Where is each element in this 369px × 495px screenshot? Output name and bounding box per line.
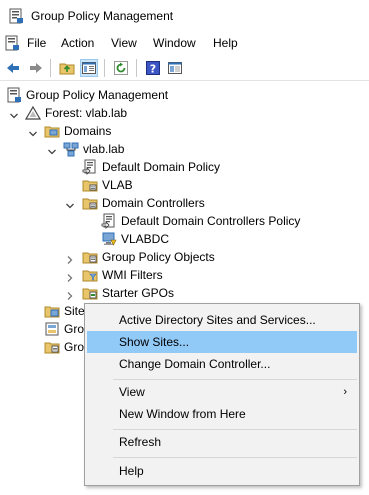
tree-item-label: Domains (64, 124, 112, 138)
chevron-right-icon[interactable] (65, 273, 75, 283)
tree-item-label: VLAB (102, 178, 133, 192)
tree-item-group-policy-objects[interactable]: Group Policy Objects (82, 248, 215, 266)
menu-item-view[interactable]: View › (87, 381, 357, 403)
tree-item-group-policy-results[interactable]: Gro (44, 338, 84, 356)
context-menu: Active Directory Sites and Services... S… (84, 303, 360, 486)
tree-item-gpm-root[interactable]: Group Policy Management (6, 86, 168, 104)
tree-item-group-policy-modeling[interactable]: Gro (44, 320, 84, 338)
refresh-button[interactable] (112, 59, 130, 77)
tree-item-domains[interactable]: Domains (44, 122, 111, 140)
tree-item-domain-controllers[interactable]: Domain Controllers (82, 194, 205, 212)
domain-network-icon (63, 142, 79, 157)
tree-item-label: Group Policy Objects (102, 250, 215, 264)
properties-button[interactable] (166, 59, 184, 77)
menu-item-show-sites[interactable]: Show Sites... (87, 331, 357, 353)
wmi-folder-icon (82, 270, 98, 282)
tree-item-forest[interactable]: Forest: vlab.lab (25, 104, 127, 122)
tree-item-label: Gro (64, 340, 85, 354)
tree-item-default-dc-policy[interactable]: Default Domain Controllers Policy (101, 212, 300, 230)
tree-item-vlabdc[interactable]: VLABDC (101, 230, 169, 248)
forward-button[interactable] (27, 59, 45, 77)
sites-folder-icon (44, 306, 60, 318)
help-button[interactable]: ? (144, 59, 162, 77)
chevron-down-icon[interactable] (65, 201, 75, 211)
tree-item-ou-vlab[interactable]: VLAB (82, 176, 133, 194)
chevron-down-icon[interactable] (47, 147, 57, 157)
menu-separator (113, 457, 357, 458)
chevron-right-icon[interactable] (65, 291, 75, 301)
menu-separator (113, 379, 357, 380)
toolbar-separator (136, 59, 137, 77)
tree-item-label: Default Domain Controllers Policy (121, 214, 301, 228)
tree-item-domain-vlab[interactable]: vlab.lab (63, 140, 124, 158)
tree-item-label: Gro (64, 322, 85, 336)
menu-separator (113, 429, 357, 430)
tree-item-label: Group Policy Management (26, 88, 169, 102)
menu-view[interactable]: View (111, 36, 137, 50)
forward-icon (30, 63, 42, 73)
system-menu-icon[interactable] (4, 35, 20, 51)
menu-action[interactable]: Action (61, 36, 94, 50)
tree-item-wmi-filters[interactable]: WMI Filters (82, 266, 163, 284)
menu-item-change-dc[interactable]: Change Domain Controller... (87, 353, 357, 375)
show-hide-tree-button[interactable] (80, 59, 98, 77)
menu-item-ad-sites-services[interactable]: Active Directory Sites and Services... (87, 309, 357, 331)
computer-icon (102, 232, 117, 246)
menu-window[interactable]: Window (153, 36, 196, 50)
gpo-folder-icon (82, 252, 98, 264)
tree-item-label: Forest: vlab.lab (45, 106, 128, 120)
tree-item-label: Starter GPOs (102, 286, 175, 300)
tree-item-label: Domain Controllers (102, 196, 205, 210)
menu-bar: File Action View Window Help (0, 32, 369, 54)
back-button[interactable] (4, 59, 22, 77)
gpmc-app-icon (9, 8, 23, 24)
tree-item-label: WMI Filters (102, 268, 163, 282)
menu-file[interactable]: File (27, 36, 46, 50)
up-folder-icon (59, 63, 75, 75)
svg-text:?: ? (150, 63, 156, 76)
window-title: Group Policy Management (31, 9, 174, 23)
title-bar: Group Policy Management (0, 0, 369, 32)
chevron-right-icon[interactable] (65, 255, 75, 265)
modeling-icon (45, 322, 59, 336)
tree-item-default-domain-policy[interactable]: Default Domain Policy (82, 158, 220, 176)
starter-gpo-folder-icon (82, 288, 98, 300)
tree-item-label: vlab.lab (83, 142, 125, 156)
back-icon (7, 63, 19, 73)
chevron-down-icon[interactable] (9, 111, 19, 121)
tree-item-starter-gpos[interactable]: Starter GPOs (82, 284, 174, 302)
tree-item-label: Default Domain Policy (102, 160, 221, 174)
gpo-link-icon (82, 159, 96, 175)
up-folder-button[interactable] (58, 59, 76, 77)
tree-item-label: VLABDC (121, 232, 170, 246)
help-icon: ? (146, 61, 160, 76)
submenu-arrow-icon: › (343, 386, 347, 398)
menu-item-help[interactable]: Help (87, 460, 357, 482)
toolbar: ? (0, 54, 369, 81)
ou-folder-icon (82, 180, 98, 192)
forest-triangle-icon (25, 105, 41, 120)
gpmc-root-icon (7, 87, 21, 103)
show-hide-tree-icon (82, 62, 96, 74)
toolbar-separator (104, 59, 105, 77)
gpo-link-icon (101, 213, 115, 229)
toolbar-separator (50, 59, 51, 77)
ou-folder-icon (82, 198, 98, 210)
menu-item-new-window[interactable]: New Window from Here (87, 403, 357, 425)
menu-help[interactable]: Help (213, 36, 238, 50)
chevron-down-icon[interactable] (28, 129, 38, 139)
menu-item-refresh[interactable]: Refresh (87, 431, 357, 453)
results-folder-icon (44, 342, 60, 354)
properties-icon (168, 62, 182, 74)
menu-item-label: View (119, 385, 145, 399)
refresh-icon (114, 61, 128, 75)
domains-folder-icon (44, 126, 60, 138)
